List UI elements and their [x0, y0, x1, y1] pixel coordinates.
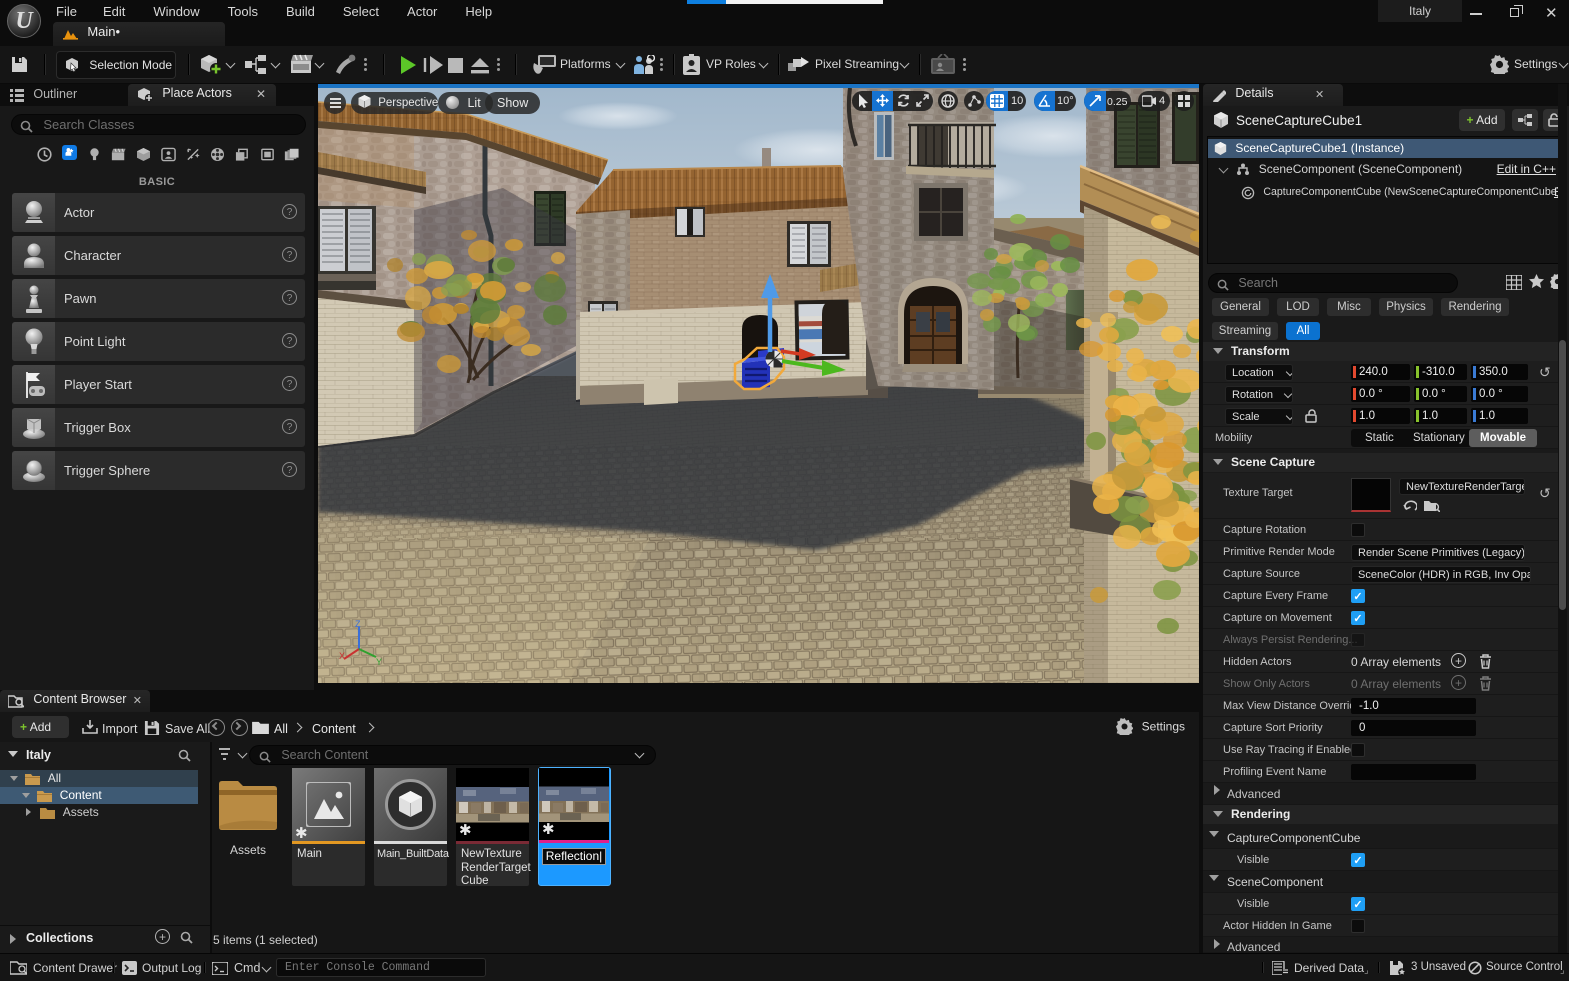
svg-text:Z: Z	[355, 619, 361, 629]
svg-text:X: X	[339, 651, 345, 661]
svg-text:Y: Y	[376, 657, 382, 665]
